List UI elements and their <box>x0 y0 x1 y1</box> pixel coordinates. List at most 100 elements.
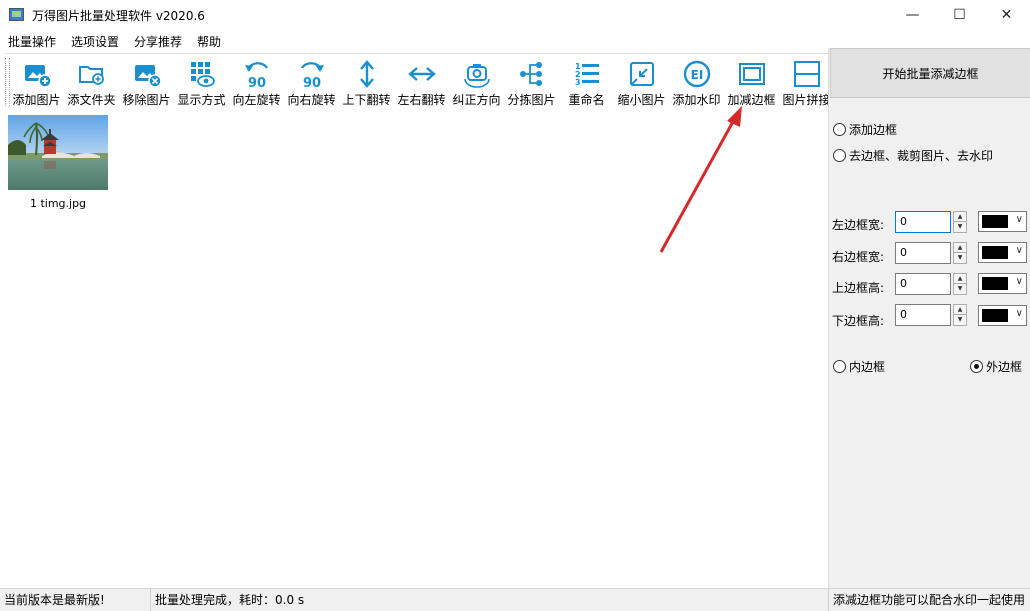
start-batch-border-button[interactable]: 开始批量添减边框 <box>830 48 1030 98</box>
add-folder-button[interactable]: 添文件夹 <box>64 54 119 109</box>
menu-options[interactable]: 选项设置 <box>63 33 126 50</box>
radio-icon <box>833 149 846 162</box>
tool-label: 重命名 <box>568 93 605 107</box>
settings-panel: 开始批量添减边框 添加边框 去边框、裁剪图片、去水印 左边框宽: 0 ▲ ▼ ∨ … <box>828 48 1030 588</box>
menu-help[interactable]: 帮助 <box>189 33 228 50</box>
menu-batch-ops[interactable]: 批量操作 <box>0 33 63 50</box>
image-list-area[interactable]: 1 timg.jpg <box>0 110 828 588</box>
chevron-down-icon: ∨ <box>1015 214 1023 225</box>
sort-images-icon <box>519 62 542 86</box>
close-button[interactable]: ✕ <box>983 0 1030 30</box>
rename-button[interactable]: 123 重命名 <box>559 54 614 109</box>
rotate-left-icon: 90 <box>244 62 268 89</box>
tool-label: 上下翻转 <box>342 93 391 107</box>
menu-bar: 批量操作 选项设置 分享推荐 帮助 <box>0 31 228 51</box>
bottom-border-input[interactable]: 0 <box>895 304 951 326</box>
rotate-left-button[interactable]: 90 向左旋转 <box>229 54 284 109</box>
inner-border-label: 内边框 <box>849 360 886 374</box>
right-border-input[interactable]: 0 <box>895 242 951 264</box>
add-watermark-button[interactable]: EI 添加水印 <box>669 54 724 109</box>
tool-label: 添文件夹 <box>67 93 116 107</box>
correct-orientation-icon <box>463 64 490 88</box>
tool-label: 缩小图片 <box>617 93 666 107</box>
outer-border-label: 外边框 <box>986 360 1023 374</box>
rotate-right-icon: 90 <box>300 62 324 89</box>
rotate-right-degrees: 90 <box>302 76 320 89</box>
right-border-label: 右边框宽: <box>832 250 885 264</box>
view-mode-button[interactable]: 显示方式 <box>174 54 229 109</box>
title-bar: 万得图片批量处理软件 v2020.6 — ☐ ✕ <box>0 0 1030 30</box>
tool-label: 纠正方向 <box>452 93 501 107</box>
image-thumbnail[interactable] <box>8 115 108 190</box>
mode-add-border-label: 添加边框 <box>849 123 898 137</box>
mode-remove-border-label: 去边框、裁剪图片、去水印 <box>849 149 994 163</box>
view-mode-icon <box>190 62 215 87</box>
shrink-image-button[interactable]: 缩小图片 <box>614 54 669 109</box>
tool-label: 移除图片 <box>122 93 171 107</box>
status-process: 批量处理完成，耗时：0.0 s <box>150 589 828 611</box>
menu-share[interactable]: 分享推荐 <box>126 33 189 50</box>
thumbnail-picture <box>8 115 108 190</box>
flip-vertical-icon <box>359 60 374 88</box>
tool-label: 添加水印 <box>672 93 721 107</box>
tool-label: 添加图片 <box>12 93 61 107</box>
tool-label: 左右翻转 <box>397 93 446 107</box>
status-version: 当前版本是最新版! <box>4 593 105 607</box>
status-bar: 当前版本是最新版! 批量处理完成，耗时：0.0 s 添减边框功能可以配合水印一起… <box>0 588 1030 611</box>
outer-border-option[interactable]: 外边框 <box>970 358 1022 375</box>
correct-orientation-button[interactable]: 纠正方向 <box>449 54 504 109</box>
chevron-down-icon: ∨ <box>1015 276 1023 287</box>
image-caption: 1 timg.jpg <box>29 197 87 210</box>
radio-checked-icon <box>970 360 983 373</box>
svg-text:3: 3 <box>575 78 581 87</box>
watermark-icon-text: EI <box>690 68 703 82</box>
add-image-icon <box>24 65 52 88</box>
rotate-left-degrees: 90 <box>247 76 265 89</box>
flip-horizontal-icon <box>407 67 436 81</box>
minimize-button[interactable]: — <box>889 0 936 30</box>
chevron-down-icon: ∨ <box>1015 245 1023 256</box>
flip-vertical-button[interactable]: 上下翻转 <box>339 54 394 109</box>
bottom-border-label: 下边框高: <box>832 314 885 328</box>
rotate-right-button[interactable]: 90 向右旋转 <box>284 54 339 109</box>
watermark-icon: EI <box>683 60 710 88</box>
tool-label: 显示方式 <box>177 93 226 107</box>
rename-icon: 123 <box>575 62 599 87</box>
add-image-button[interactable]: 添加图片 <box>9 54 64 109</box>
right-border-color-picker[interactable]: ∨ <box>978 242 1027 263</box>
top-border-spinner[interactable]: ▲ ▼ <box>953 273 967 295</box>
stitch-icon <box>793 61 820 87</box>
left-border-input[interactable]: 0 <box>895 211 951 233</box>
remove-image-button[interactable]: 移除图片 <box>119 54 174 109</box>
chevron-down-icon: ∨ <box>1015 308 1023 319</box>
tool-label: 加减边框 <box>727 93 776 107</box>
left-border-color-picker[interactable]: ∨ <box>978 211 1027 232</box>
remove-image-icon <box>134 65 162 88</box>
right-border-spinner[interactable]: ▲ ▼ <box>953 242 967 264</box>
radio-icon <box>833 360 846 373</box>
status-tip: 添减边框功能可以配合水印一起使用 <box>828 589 1030 611</box>
border-button[interactable]: 加减边框 <box>724 54 779 109</box>
mode-add-border-option[interactable]: 添加边框 <box>833 121 897 138</box>
flip-horizontal-button[interactable]: 左右翻转 <box>394 54 449 109</box>
sort-images-button[interactable]: 分拣图片 <box>504 54 559 109</box>
tool-label: 图片拼接 <box>782 93 828 107</box>
shrink-image-icon <box>629 62 654 86</box>
stitch-button[interactable]: 图片拼接 <box>779 54 828 109</box>
bottom-border-spinner[interactable]: ▲ ▼ <box>953 304 967 326</box>
mode-remove-border-option[interactable]: 去边框、裁剪图片、去水印 <box>833 147 993 164</box>
maximize-button[interactable]: ☐ <box>936 0 983 30</box>
tool-label: 向右旋转 <box>287 93 336 107</box>
inner-border-option[interactable]: 内边框 <box>833 358 885 375</box>
left-border-spinner[interactable]: ▲ ▼ <box>953 211 967 233</box>
tool-label: 分拣图片 <box>507 93 556 107</box>
top-border-color-picker[interactable]: ∨ <box>978 273 1027 294</box>
bottom-border-color-picker[interactable]: ∨ <box>978 305 1027 326</box>
left-border-label: 左边框宽: <box>832 218 885 232</box>
radio-icon <box>833 123 846 136</box>
toolbar: 添加图片 添文件夹 移除图片 显示方式 90 向左旋转 90 向右旋转 上下翻转… <box>5 53 828 109</box>
add-folder-icon <box>78 66 104 85</box>
top-border-input[interactable]: 0 <box>895 273 951 295</box>
border-icon <box>738 63 765 85</box>
window-title: 万得图片批量处理软件 v2020.6 <box>32 8 205 23</box>
